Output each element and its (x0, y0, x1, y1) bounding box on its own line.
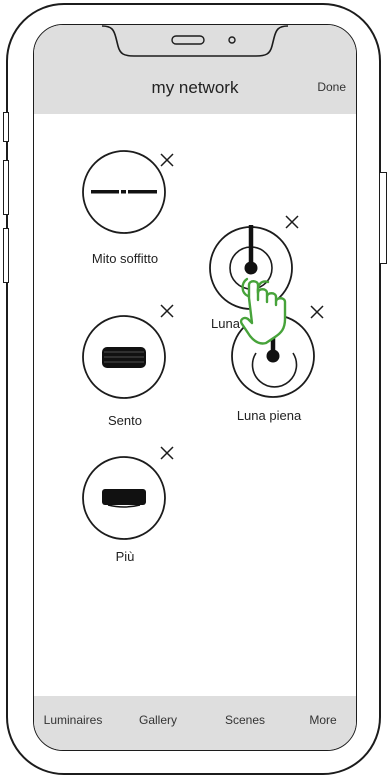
remove-piu-close-icon[interactable] (160, 446, 174, 460)
remove-luna-piena-close-icon[interactable] (310, 305, 324, 319)
remove-luna-close-icon[interactable] (285, 215, 299, 229)
fixture-piu[interactable] (82, 456, 166, 540)
overlay-graphics (82, 25, 324, 540)
remove-mito-soffitto-close-icon[interactable] (160, 153, 174, 167)
fixture-sento[interactable] (82, 315, 166, 399)
phone-notch (101, 25, 289, 57)
speaker-icon (171, 35, 205, 45)
remove-sento-close-icon[interactable] (160, 304, 174, 318)
fixture-mito-soffitto[interactable] (82, 150, 166, 234)
camera-icon (228, 36, 236, 44)
